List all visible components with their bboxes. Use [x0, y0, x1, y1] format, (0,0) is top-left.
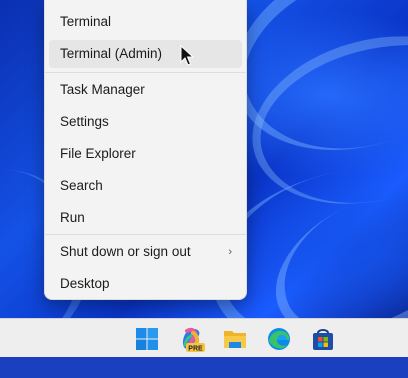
menu-item-label: Terminal	[60, 14, 112, 29]
menu-item-label: Desktop	[60, 276, 110, 291]
chevron-right-icon: ›	[228, 246, 232, 258]
microsoft-store-icon[interactable]	[309, 325, 337, 353]
menu-item-label: Task Manager	[60, 82, 145, 97]
pre-badge-label: PRE	[188, 345, 203, 352]
menu-item-terminal-admin[interactable]: Terminal (Admin)	[49, 40, 242, 68]
menu-item-label: Settings	[60, 114, 109, 129]
menu-separator	[45, 234, 246, 235]
menu-item-run[interactable]: Run	[49, 204, 242, 232]
windows-start-icon[interactable]	[133, 325, 161, 353]
menu-item-file-explorer[interactable]: File Explorer	[49, 140, 242, 168]
menu-item-label: Terminal (Admin)	[60, 46, 163, 61]
edge-icon[interactable]	[265, 325, 293, 353]
winx-context-menu: Terminal Terminal (Admin) Task Manager S…	[44, 0, 247, 300]
menu-item-task-manager[interactable]: Task Manager	[49, 76, 242, 104]
copilot-pre-icon[interactable]: PRE	[177, 325, 205, 353]
menu-item-shut-down[interactable]: Shut down or sign out ›	[49, 238, 242, 266]
menu-item-label: Shut down or sign out	[60, 244, 191, 259]
menu-item-desktop[interactable]: Desktop	[49, 270, 242, 298]
file-explorer-icon[interactable]	[221, 325, 249, 353]
taskbar: PRE	[0, 318, 408, 357]
menu-item-label: Search	[60, 178, 103, 193]
menu-item-label: File Explorer	[60, 146, 136, 161]
menu-separator	[45, 72, 246, 73]
menu-item-search[interactable]: Search	[49, 172, 242, 200]
menu-item-label: Run	[60, 210, 85, 225]
menu-item-terminal[interactable]: Terminal	[49, 8, 242, 36]
mouse-cursor-icon	[180, 45, 194, 66]
menu-item-settings[interactable]: Settings	[49, 108, 242, 136]
